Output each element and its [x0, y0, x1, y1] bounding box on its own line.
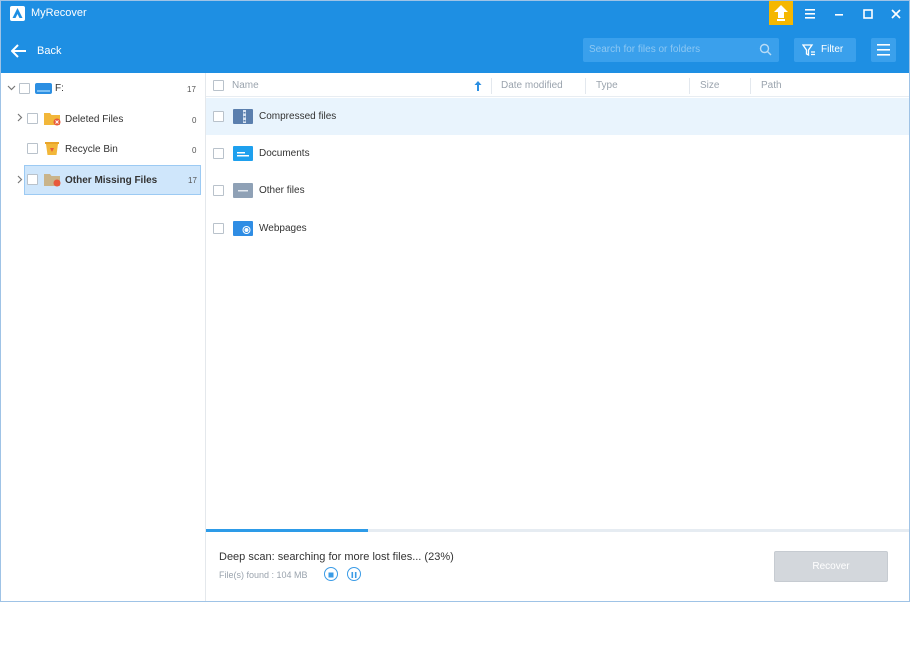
column-divider[interactable] — [750, 78, 751, 94]
hamburger-icon — [877, 44, 890, 56]
search-placeholder: Search for files or folders — [589, 44, 701, 55]
file-row-webpages[interactable]: Webpages — [206, 210, 909, 247]
back-button[interactable]: Back — [11, 42, 61, 60]
deleted-folder-icon — [44, 111, 61, 131]
upgrade-icon[interactable] — [769, 1, 793, 25]
tree-count-recycle-bin: 0 — [192, 146, 197, 155]
back-label: Back — [37, 45, 62, 57]
tree-label-deleted-files: Deleted Files — [65, 114, 124, 125]
tree-item-recycle-bin[interactable]: Recycle Bin 0 — [1, 137, 206, 161]
menu-lines-icon[interactable] — [801, 5, 819, 23]
sidebar-tree: F: 17 Deleted Files 0 Recycle Bin 0 Othe… — [1, 73, 206, 601]
chevron-down-icon[interactable] — [7, 83, 16, 95]
row-checkbox[interactable] — [213, 185, 224, 196]
title-bar: MyRecover — [1, 1, 909, 27]
app-window: MyRecover Back Search for files or folde… — [0, 0, 910, 602]
file-row-other-files[interactable]: Other files — [206, 172, 909, 209]
file-row-documents[interactable]: Documents — [206, 135, 909, 172]
close-icon[interactable] — [887, 5, 905, 23]
chevron-right-icon[interactable] — [15, 113, 24, 125]
file-name: Other files — [259, 185, 305, 196]
tree-label-other-missing-files: Other Missing Files — [65, 175, 158, 186]
sort-up-icon[interactable] — [474, 81, 482, 91]
search-input[interactable]: Search for files or folders — [583, 38, 779, 62]
missing-folder-icon — [44, 172, 61, 192]
archive-folder-icon — [233, 109, 253, 129]
tree-checkbox[interactable] — [27, 174, 38, 185]
document-folder-icon — [233, 146, 253, 166]
app-title: MyRecover — [31, 7, 87, 19]
drive-icon — [35, 81, 52, 100]
file-name: Documents — [259, 148, 310, 159]
chevron-right-icon[interactable] — [15, 175, 24, 187]
file-name: Webpages — [259, 223, 307, 234]
stop-icon — [328, 572, 334, 578]
tree-label-recycle-bin: Recycle Bin — [65, 144, 118, 155]
file-name: Compressed files — [259, 111, 337, 122]
column-header-date-modified[interactable]: Date modified — [501, 80, 563, 91]
column-divider[interactable] — [585, 78, 586, 94]
tree-label-drive: F: — [55, 83, 64, 94]
tree-checkbox[interactable] — [19, 83, 30, 94]
scan-status-message: Deep scan: searching for more lost files… — [219, 551, 454, 563]
search-icon — [759, 43, 772, 56]
column-header-type[interactable]: Type — [596, 80, 618, 91]
tree-count-deleted-files: 0 — [192, 116, 197, 125]
app-logo-icon — [10, 6, 25, 21]
select-all-checkbox[interactable] — [213, 80, 224, 91]
filter-icon — [802, 44, 815, 57]
webpage-folder-icon — [233, 221, 253, 241]
toolbar: Back Search for files or folders Filter — [1, 27, 909, 73]
row-checkbox[interactable] — [213, 111, 224, 122]
pause-scan-button[interactable] — [347, 567, 361, 581]
recover-button[interactable]: Recover — [774, 551, 888, 582]
row-checkbox[interactable] — [213, 148, 224, 159]
arrow-left-icon — [11, 44, 26, 58]
column-header-path[interactable]: Path — [761, 80, 782, 91]
tree-count-drive: 17 — [187, 85, 196, 94]
other-files-folder-icon — [233, 183, 253, 203]
filter-label: Filter — [821, 44, 844, 55]
files-found-text: File(s) found : 104 MB — [219, 570, 308, 580]
pause-icon — [351, 572, 357, 578]
list-header: Name Date modified Type Size Path — [206, 73, 909, 97]
maximize-icon[interactable] — [859, 5, 877, 23]
row-checkbox[interactable] — [213, 223, 224, 234]
file-list-panel: Name Date modified Type Size Path Compre… — [206, 73, 909, 601]
tree-checkbox[interactable] — [27, 143, 38, 154]
tree-item-drive[interactable]: F: 17 — [1, 77, 206, 101]
options-menu-button[interactable] — [871, 38, 896, 62]
tree-item-other-missing-files[interactable]: Other Missing Files 17 — [17, 165, 201, 195]
column-divider[interactable] — [689, 78, 690, 94]
column-header-name[interactable]: Name — [232, 80, 259, 91]
tree-checkbox[interactable] — [27, 113, 38, 124]
column-header-size[interactable]: Size — [700, 80, 719, 91]
tree-item-deleted-files[interactable]: Deleted Files 0 — [1, 107, 206, 131]
stop-scan-button[interactable] — [324, 567, 338, 581]
tree-count-other-missing-files: 17 — [188, 176, 197, 185]
filter-button[interactable]: Filter — [794, 38, 856, 62]
recycle-bin-icon — [44, 140, 61, 161]
file-row-compressed[interactable]: Compressed files — [206, 98, 909, 135]
minimize-icon[interactable] — [830, 5, 848, 23]
status-panel: Deep scan: searching for more lost files… — [206, 532, 909, 601]
column-divider[interactable] — [491, 78, 492, 94]
